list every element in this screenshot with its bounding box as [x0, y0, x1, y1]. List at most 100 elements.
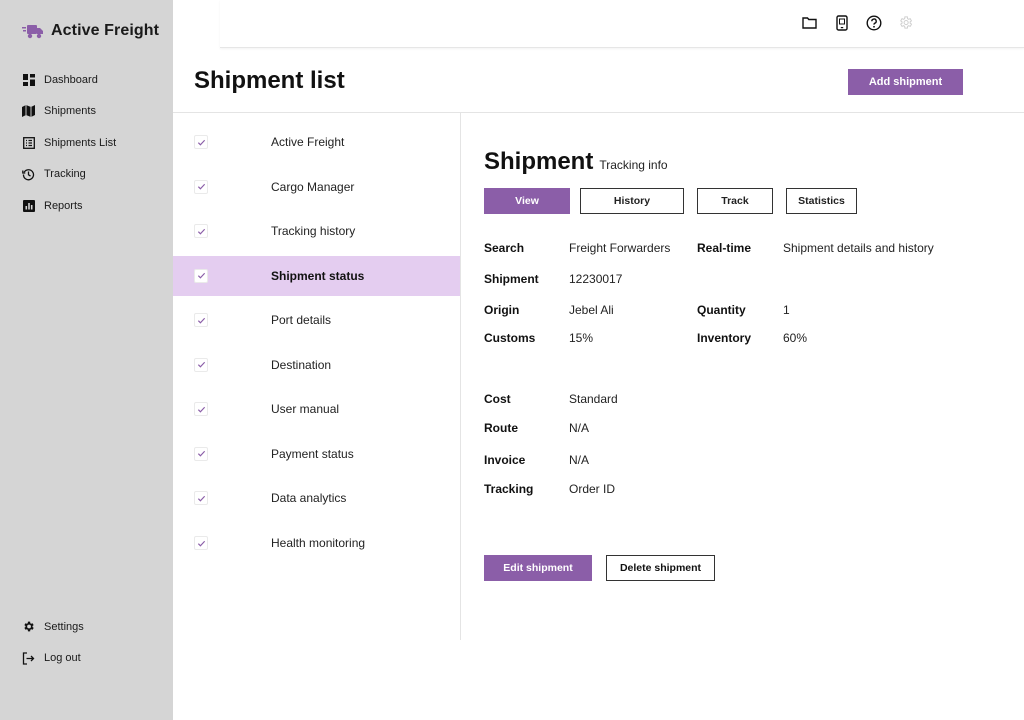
list-item[interactable]: Destination — [173, 342, 460, 387]
checkbox[interactable] — [194, 536, 208, 551]
sidebar-item-label: Log out — [44, 652, 81, 665]
sidebar-item-shipments-list[interactable]: Shipments List — [22, 127, 116, 159]
invoice-label: Invoice — [484, 453, 526, 467]
list-item-label: Payment status — [271, 446, 354, 461]
help-icon[interactable] — [865, 14, 882, 31]
check-icon — [197, 139, 205, 146]
checkbox[interactable] — [194, 224, 208, 239]
top-icons — [801, 14, 914, 31]
tracking-value: Order ID — [569, 482, 616, 496]
list-item-label: Tracking history — [271, 224, 356, 239]
edit-shipment-button[interactable]: Edit shipment — [484, 555, 592, 581]
check-icon — [197, 495, 205, 502]
list-item-label: Port details — [271, 313, 332, 328]
list-item-label: Destination — [271, 357, 332, 372]
check-icon — [197, 362, 205, 368]
checkbox[interactable] — [194, 446, 208, 461]
list-item[interactable]: Health monitoring — [173, 521, 460, 566]
phone-icon[interactable] — [833, 14, 850, 31]
checkbox[interactable] — [194, 402, 208, 417]
route-label: Route — [484, 421, 518, 435]
truck-icon — [22, 20, 44, 42]
list-item-label: User manual — [271, 402, 340, 417]
sidebar-item-label: Settings — [44, 620, 84, 633]
sidebar-item-settings[interactable]: Settings — [22, 611, 84, 643]
inventory-label: Inventory — [697, 331, 752, 345]
sidebar-item-dashboard[interactable]: Dashboard — [22, 64, 116, 96]
sidebar-item-label: Reports — [44, 199, 83, 212]
check-icon — [197, 228, 205, 235]
tab-track[interactable]: Track — [697, 188, 773, 214]
tab-statistics[interactable]: Statistics — [786, 188, 857, 214]
top-bar — [220, 0, 1024, 48]
list-item-label: Health monitoring — [271, 536, 366, 551]
add-shipment-button[interactable]: Add shipment — [848, 69, 963, 95]
list-item-label: Data analytics — [271, 491, 347, 506]
history-icon — [22, 168, 35, 181]
check-icon — [197, 406, 205, 413]
sidebar: Active Freight Dashboard Shipments Shipm… — [0, 0, 173, 720]
checkbox[interactable] — [194, 268, 208, 283]
sidebar-nav: Dashboard Shipments Shipments List Track… — [22, 64, 116, 222]
sidebar-item-logout[interactable]: Log out — [22, 643, 84, 675]
tab-view[interactable]: View — [484, 188, 570, 214]
sidebar-item-label: Dashboard — [44, 73, 98, 86]
tab-history[interactable]: History — [580, 188, 684, 214]
check-icon — [197, 184, 205, 190]
checkbox[interactable] — [194, 179, 208, 194]
list-item[interactable]: User manual — [173, 387, 460, 432]
list-item-selected[interactable]: Shipment status — [173, 255, 460, 296]
detail-heading: Shipment — [484, 148, 594, 175]
detail-title: Shipment Tracking info — [484, 148, 668, 176]
sidebar-item-label: Shipments — [44, 105, 96, 118]
list-item[interactable]: Tracking history — [173, 209, 460, 254]
shipment-value: 12230017 — [569, 272, 623, 286]
checkbox[interactable] — [194, 135, 208, 150]
sidebar-bottom-nav: Settings Log out — [22, 611, 84, 674]
check-icon — [197, 540, 205, 547]
detail-subheading: Tracking info — [599, 158, 668, 172]
shipment-label: Shipment — [484, 272, 539, 286]
sidebar-item-tracking[interactable]: Tracking — [22, 159, 116, 191]
checkbox[interactable] — [194, 491, 208, 506]
list-item-label: Shipment status — [271, 268, 365, 283]
search-label: Search — [484, 241, 525, 255]
brand[interactable]: Active Freight — [22, 20, 159, 42]
shipment-list: Active Freight Cargo Manager Tracking hi… — [173, 120, 460, 565]
checkbox[interactable] — [194, 357, 208, 372]
report-icon — [22, 199, 35, 212]
settings-icon[interactable] — [897, 14, 914, 31]
delete-shipment-button[interactable]: Delete shipment — [606, 555, 715, 581]
list-item[interactable]: Cargo Manager — [173, 165, 460, 210]
panel-divider — [460, 113, 461, 640]
check-icon — [197, 273, 205, 279]
list-item[interactable]: Active Freight — [173, 120, 460, 165]
route-value: N/A — [569, 421, 590, 435]
list-item[interactable]: Data analytics — [173, 476, 460, 521]
map-icon — [22, 105, 35, 118]
gear-icon — [22, 620, 35, 633]
inventory-value: 60% — [783, 331, 808, 345]
check-icon — [197, 317, 205, 324]
sidebar-item-reports[interactable]: Reports — [22, 190, 116, 222]
list-item[interactable]: Port details — [173, 298, 460, 343]
cost-label: Cost — [484, 392, 511, 406]
cost-value: Standard — [569, 392, 618, 406]
origin-label: Origin — [484, 303, 520, 317]
search-value: Freight Forwarders — [569, 241, 671, 255]
list-item[interactable]: Payment status — [173, 432, 460, 477]
brand-name: Active Freight — [51, 22, 160, 39]
list-item-label: Cargo Manager — [271, 179, 355, 194]
tracking-label: Tracking — [484, 482, 534, 496]
header-divider — [173, 112, 1024, 113]
folder-icon[interactable] — [801, 14, 818, 31]
invoice-value: N/A — [569, 453, 590, 467]
page-title: Shipment list — [194, 67, 345, 94]
checkbox[interactable] — [194, 313, 208, 328]
sidebar-item-shipments[interactable]: Shipments — [22, 96, 116, 128]
realtime-value: Shipment details and history — [783, 241, 934, 255]
sidebar-item-label: Tracking — [44, 168, 86, 181]
origin-value: Jebel Ali — [569, 303, 614, 317]
list-icon — [22, 136, 35, 149]
check-icon — [197, 451, 205, 457]
